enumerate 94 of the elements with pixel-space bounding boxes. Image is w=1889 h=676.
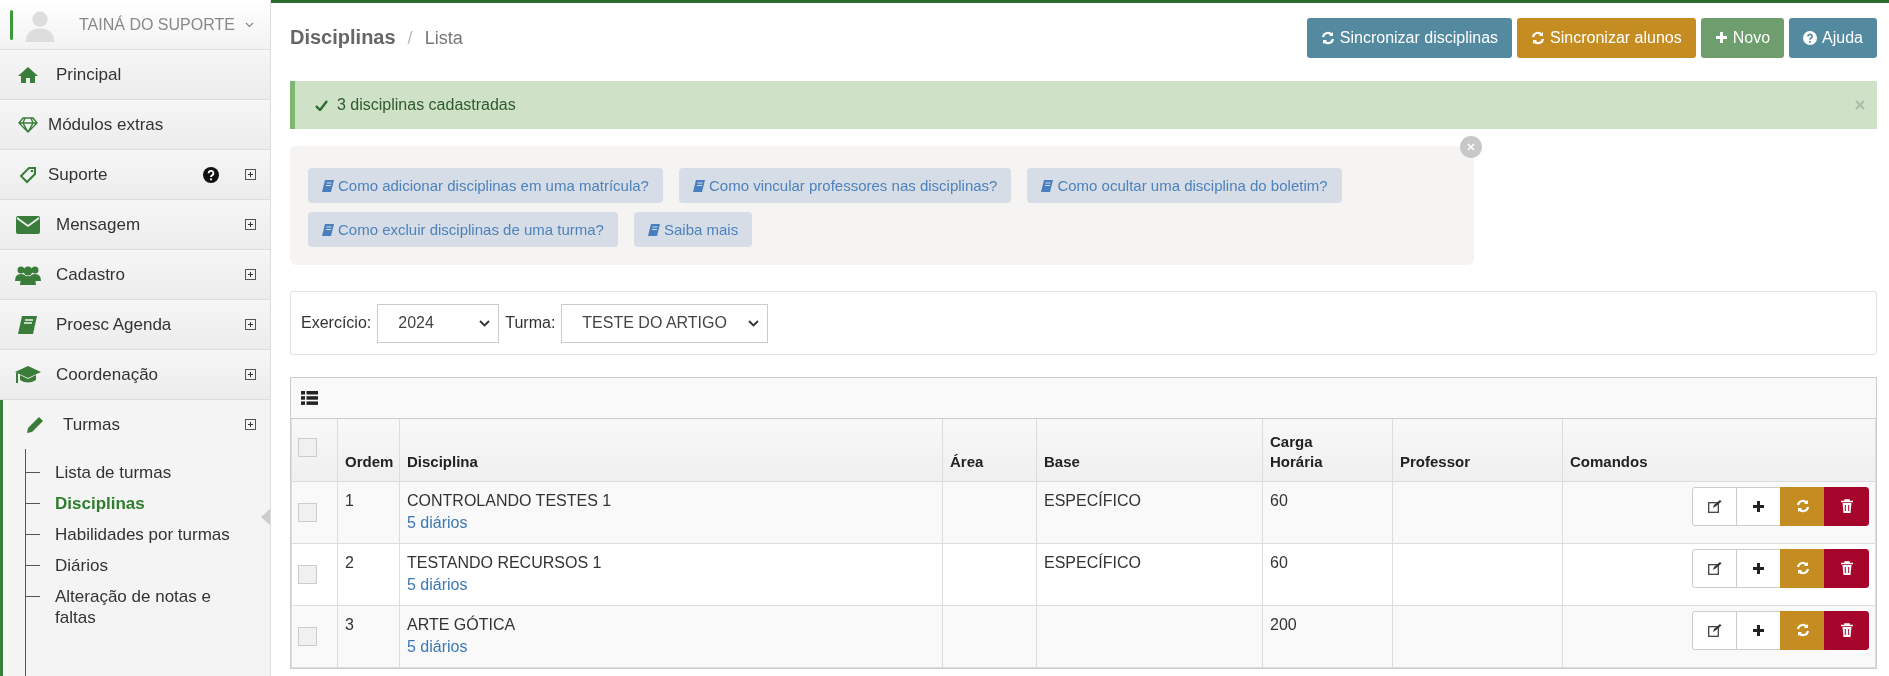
select-field[interactable]: TESTE DO ARTIGO [561,303,769,343]
column-header: Área [950,451,984,472]
alert-message: 3 disciplinas cadastradas [337,96,517,114]
submenu-item[interactable]: Disciplinas [3,488,245,519]
column-header: Comandos [1570,451,1648,472]
plus-icon [1752,499,1765,513]
chevron-down-icon [479,319,491,327]
column-header: Disciplina [407,451,478,472]
refresh-icon [1795,623,1810,637]
delete-button[interactable] [1824,548,1869,588]
trash-icon [1840,561,1853,575]
table-cell: 3 [345,615,354,633]
table-cell: 60 [1270,553,1288,571]
submenu-item[interactable]: Habilidades por turmas [3,519,245,550]
diamond-icon [18,116,38,133]
edit-button[interactable] [1692,548,1737,588]
delete-button[interactable] [1824,486,1869,526]
delete-button[interactable] [1824,610,1869,650]
breadcrumb-separator: / [407,28,413,49]
table-cell-text: CONTROLANDO TESTES 1 [407,490,613,511]
action-button[interactable]: Sincronizar disciplinas [1306,17,1513,58]
table-cell: ESPECÍFICO [1044,553,1141,571]
table-cell-text: ARTE GÓTICA [407,614,517,635]
edit-button[interactable] [1692,486,1737,526]
pencil-icon [25,414,45,435]
diaries-link[interactable]: 5 diários [407,512,468,533]
chevron-down-icon [748,319,760,327]
diaries-link[interactable]: 5 diários [407,574,468,595]
checkbox[interactable] [298,564,317,584]
caret-icon [261,509,270,525]
book-icon [17,314,39,335]
refresh-icon [1795,499,1810,513]
trash-icon [1840,623,1853,637]
book-icon [322,223,334,236]
select-field[interactable]: 2024 [377,303,500,343]
check-icon [315,99,328,111]
refresh-icon [1531,30,1546,45]
expand-icon[interactable] [245,319,256,330]
book-icon [692,179,705,192]
checkbox[interactable] [298,626,317,646]
plus-icon [1752,623,1765,637]
edit-icon [1707,623,1722,637]
plus-icon [1714,31,1728,44]
expand-icon[interactable] [245,419,256,430]
submenu-item[interactable]: Alteração de notas e faltas [3,581,245,633]
filter-label: Turma: [505,314,556,332]
add-button[interactable] [1736,486,1781,526]
table-cell: 1 [345,491,354,509]
submenu-item[interactable]: Diários [3,550,245,581]
envelope-icon [16,215,40,234]
table-cell: 200 [1270,615,1297,633]
graduation-cap-icon [14,364,42,385]
sync-button[interactable] [1780,610,1825,650]
submenu-item[interactable]: Lista de turmas [3,457,245,488]
sync-button[interactable] [1780,548,1825,588]
column-header: Carga Horária [1270,431,1324,472]
help-icon[interactable] [203,166,219,183]
help-icon [1803,30,1818,45]
tag-icon [19,165,37,184]
home-icon [17,65,39,84]
refresh-icon [1320,30,1335,45]
book-icon [322,179,334,192]
column-header: Ordem [345,451,394,472]
column-header: Professor [1400,451,1471,472]
expand-icon[interactable] [245,219,256,230]
action-button[interactable]: Ajuda [1789,17,1877,58]
users-icon [15,264,41,285]
list-icon[interactable] [301,391,318,405]
filter-label: Exercício: [301,314,372,332]
table-cell: 60 [1270,491,1288,509]
diaries-link[interactable]: 5 diários [407,636,468,657]
expand-icon[interactable] [245,369,256,380]
breadcrumb-current: Lista [424,28,463,49]
edit-icon [1707,561,1722,575]
book-icon [647,223,660,236]
add-button[interactable] [1736,548,1781,588]
table-cell: 2 [345,553,354,571]
checkbox[interactable] [298,438,317,458]
checkbox[interactable] [298,502,317,522]
page-title: Disciplinas [290,26,396,49]
book-icon [1041,179,1054,192]
expand-icon[interactable] [245,269,256,280]
plus-icon [1752,561,1765,575]
edit-button[interactable] [1692,610,1737,650]
chevron-down-icon[interactable] [244,21,254,28]
sync-button[interactable] [1780,486,1825,526]
expand-icon[interactable] [245,169,256,180]
trash-icon [1840,499,1853,513]
add-button[interactable] [1736,610,1781,650]
table-cell-text: TESTANDO RECURSOS 1 [407,552,603,573]
refresh-icon [1795,561,1810,575]
edit-icon [1707,499,1722,513]
column-header: Base [1044,451,1080,472]
table-cell: ESPECÍFICO [1044,491,1141,509]
